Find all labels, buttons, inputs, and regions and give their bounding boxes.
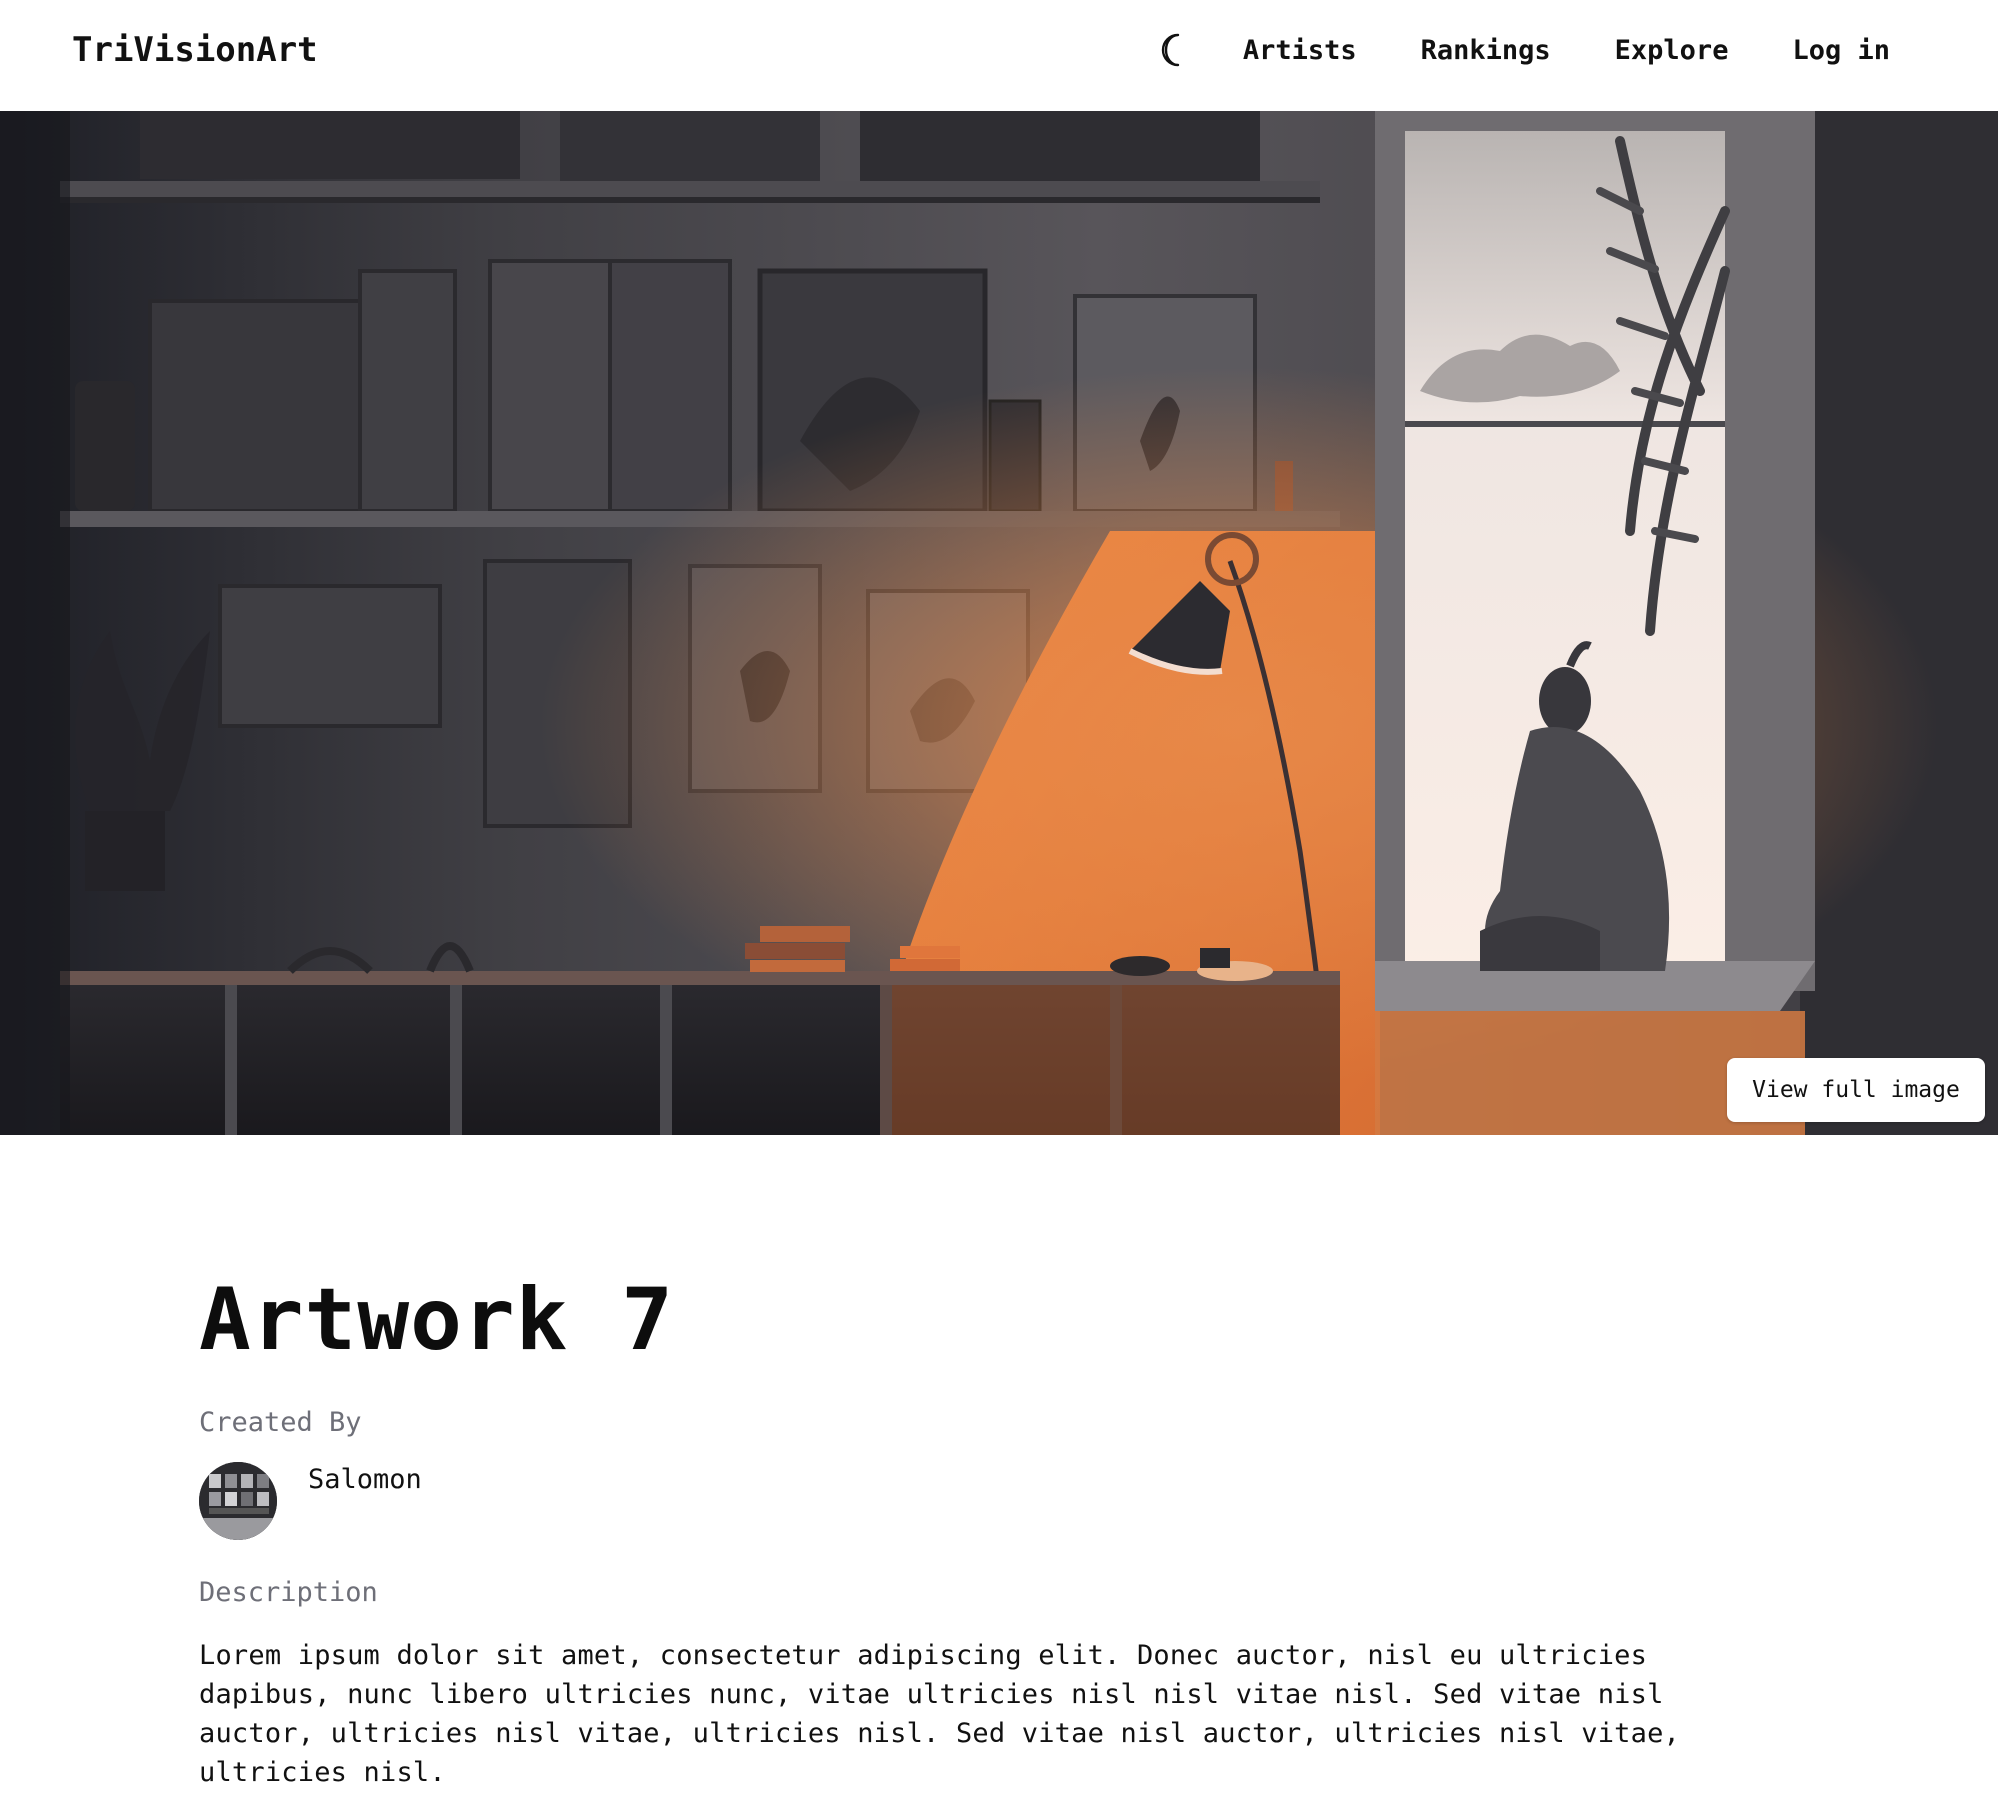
created-by-label: Created By (199, 1407, 362, 1438)
view-full-image-button[interactable]: View full image (1727, 1058, 1985, 1122)
artwork-hero: View full image (0, 111, 1998, 1135)
artwork-description: Lorem ipsum dolor sit amet, consectetur … (199, 1640, 1680, 1788)
avatar-image (199, 1462, 277, 1540)
artwork-image[interactable] (0, 111, 1998, 1135)
theme-toggle-button[interactable] (1155, 30, 1189, 70)
nav-explore-link[interactable]: Explore (1615, 35, 1729, 66)
artwork-title: Artwork 7 (199, 1270, 674, 1370)
nav-artists-link[interactable]: Artists (1243, 35, 1357, 66)
artwork-details: Artwork 7 Created By Salomon Description… (199, 1270, 1839, 1819)
nav-rankings-link[interactable]: Rankings (1421, 35, 1551, 66)
main-nav: Artists Rankings Explore Log in (1155, 30, 1890, 70)
nav-login-link[interactable]: Log in (1792, 35, 1890, 66)
creator-avatar[interactable] (199, 1462, 277, 1540)
description-label: Description (199, 1577, 378, 1608)
creator-info[interactable]: Salomon (199, 1462, 1839, 1540)
moon-icon (1161, 33, 1180, 67)
brand-logo[interactable]: TriVisionArt (72, 30, 318, 70)
creator-name-link[interactable]: Salomon (308, 1464, 422, 1495)
top-nav-bar: TriVisionArt Artists Rankings Explore Lo… (0, 0, 1998, 111)
